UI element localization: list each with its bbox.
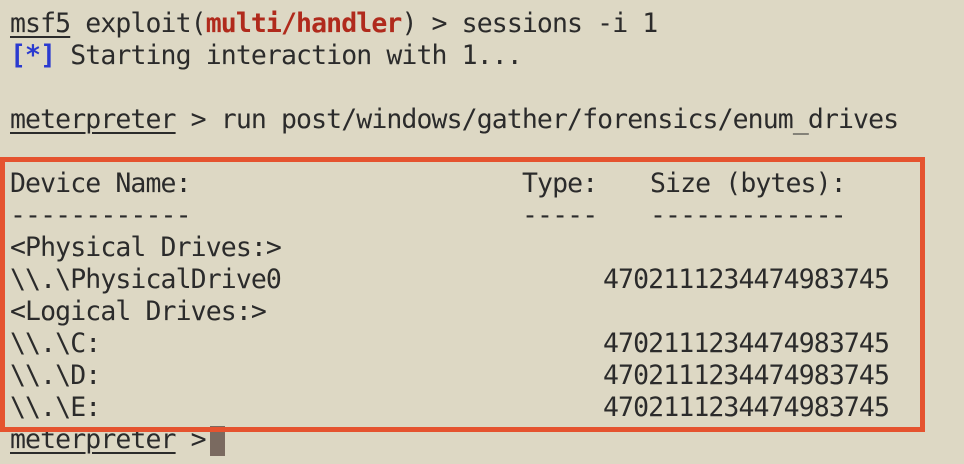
table-row-device: \\.\D: (10, 360, 101, 391)
meterpreter-prompt-label: meterpreter (10, 424, 177, 455)
table-row-device: \\.\C: (10, 328, 101, 359)
table-row-size: 4702111234474983745 (603, 392, 890, 423)
table-row-size: 4702111234474983745 (603, 264, 890, 295)
sessions-command: ) > sessions -i 1 (401, 8, 658, 39)
exploit-text: exploit( (70, 8, 206, 39)
prompt-arrow: > (175, 424, 207, 455)
header-type: Type: (522, 168, 598, 199)
msf-prompt-label: msf5 (10, 8, 71, 39)
table-row-device: \\.\PhysicalDrive0 (10, 264, 282, 295)
table-row-size: 4702111234474983745 (603, 328, 890, 359)
table-row-device: \\.\E: (10, 392, 101, 423)
info-text: Starting interaction with 1... (55, 40, 523, 71)
terminal-window[interactable]: msf5 exploit(multi/handler) > sessions -… (0, 0, 964, 464)
underline-size: ------------- (650, 200, 847, 231)
info-line: [*] Starting interaction with 1... (10, 40, 523, 72)
underline-type: ----- (522, 200, 598, 231)
text-cursor (209, 426, 225, 456)
info-marker: [*] (10, 40, 56, 71)
meterpreter-input-line[interactable]: meterpreter > (10, 424, 225, 456)
module-name: multi/handler (205, 8, 403, 39)
table-row-size: 4702111234474983745 (603, 360, 890, 391)
underline-device-name: ------------ (10, 200, 192, 231)
table-row-device: <Physical Drives:> (10, 232, 282, 263)
table-row-device: <Logical Drives:> (10, 296, 267, 327)
meterpreter-prompt-label: meterpreter (10, 104, 177, 135)
header-size: Size (bytes): (650, 168, 847, 199)
msf-prompt-line: msf5 exploit(multi/handler) > sessions -… (10, 8, 658, 40)
meterpreter-command-line: meterpreter > run post/windows/gather/fo… (10, 104, 899, 136)
header-device-name: Device Name: (10, 168, 192, 199)
run-command: > run post/windows/gather/forensics/enum… (175, 104, 899, 135)
